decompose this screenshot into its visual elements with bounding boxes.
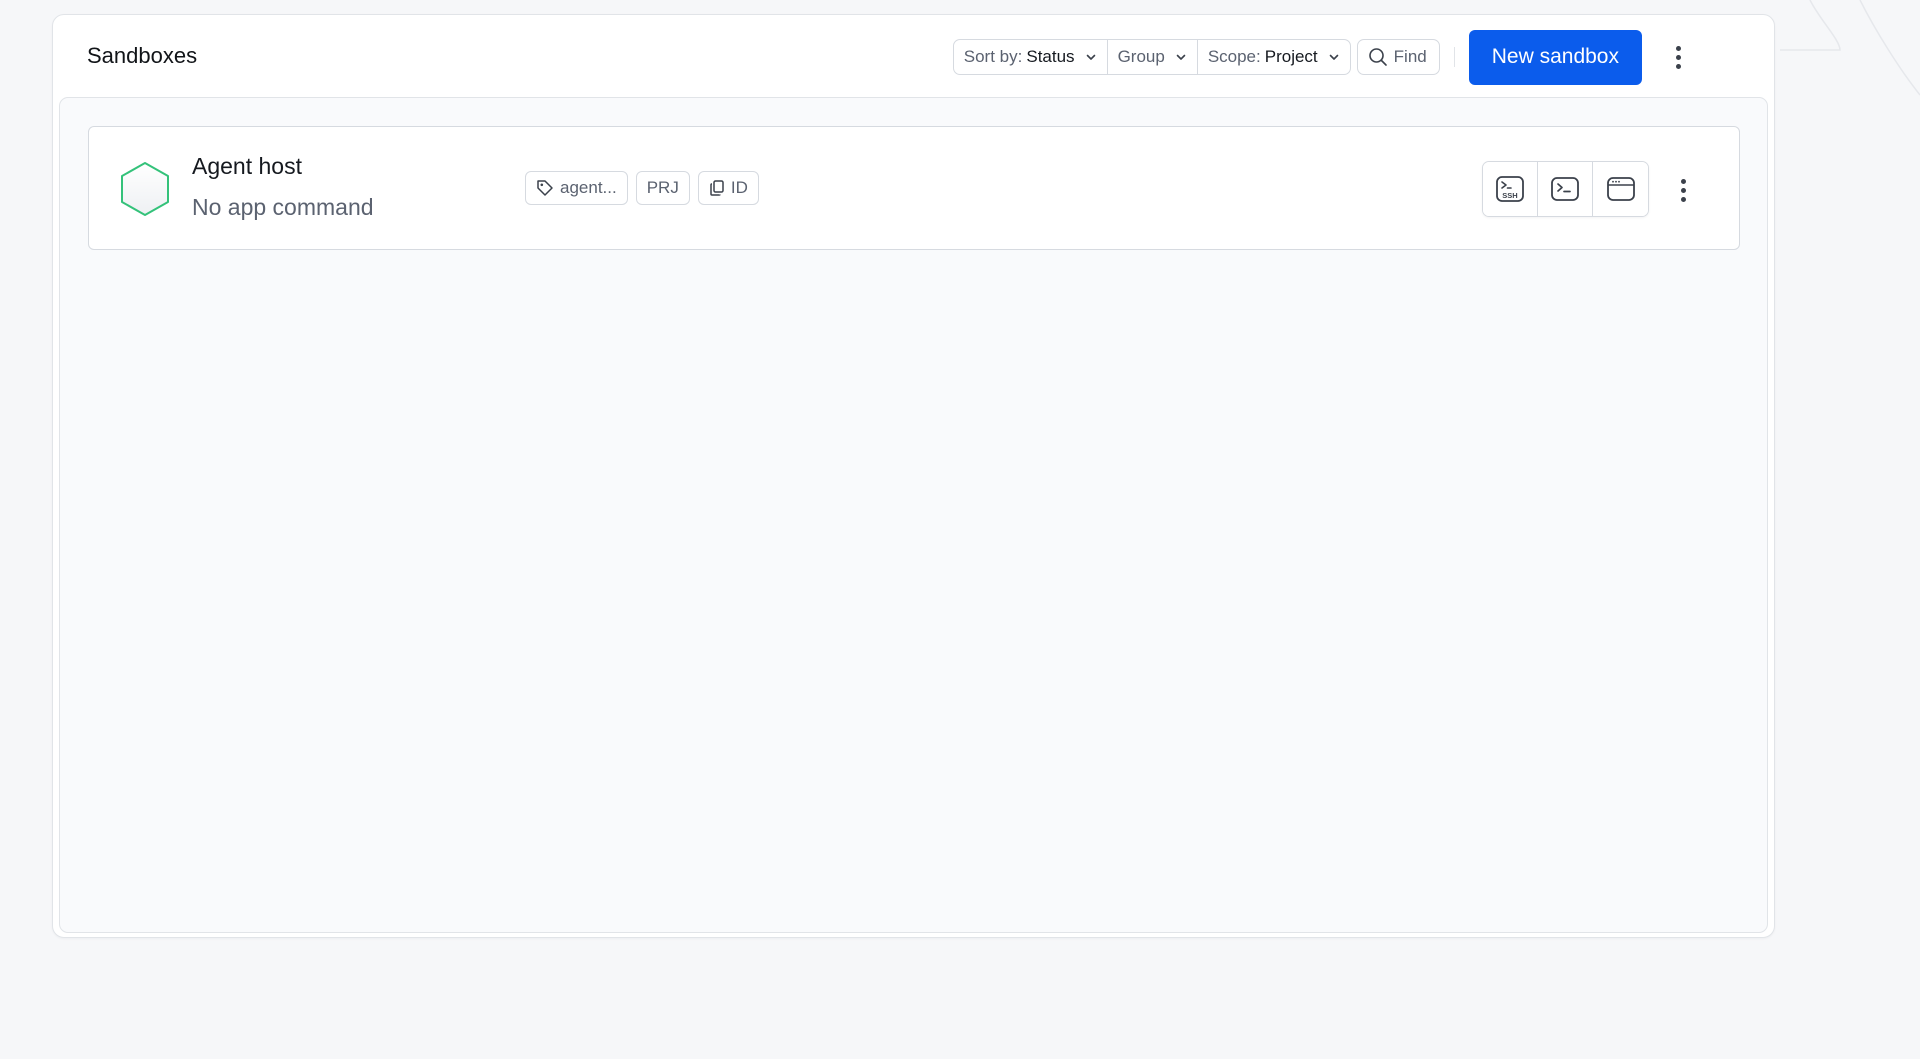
search-icon — [1368, 48, 1387, 66]
chevron-down-icon — [1086, 54, 1095, 60]
browser-button[interactable] — [1593, 162, 1648, 216]
svg-text:SSH: SSH — [1502, 191, 1517, 200]
ssh-button[interactable]: SSH — [1483, 162, 1538, 216]
scope-dropdown[interactable]: Scope: Project — [1198, 40, 1350, 74]
page-title: Sandboxes — [87, 43, 198, 68]
group-label: Group — [1117, 47, 1165, 66]
sort-dropdown[interactable]: Sort by: Status — [954, 40, 1108, 74]
toolbar-divider — [1453, 47, 1455, 67]
scope-label: Scope: — [1207, 47, 1261, 66]
chevron-down-icon — [1176, 54, 1186, 60]
new-sandbox-button[interactable]: New sandbox — [1468, 29, 1642, 85]
browser-window-icon — [1606, 177, 1635, 201]
sort-value: Status — [1026, 47, 1075, 66]
tag-chip-label: agent... — [560, 178, 617, 197]
scope-value: Project — [1264, 47, 1318, 66]
sort-label: Sort by: — [963, 47, 1023, 66]
find-label: Find — [1393, 47, 1427, 66]
toolbar: Sort by: Status Group Scope: Project Fin… — [952, 29, 1692, 85]
ssh-icon: SSH — [1496, 176, 1524, 202]
sandbox-actions: SSH — [1482, 161, 1649, 217]
more-options-button[interactable] — [1664, 37, 1692, 77]
chevron-down-icon — [1329, 54, 1338, 60]
tag-chip[interactable]: agent... — [525, 171, 628, 205]
copy-id-chip[interactable]: ID — [697, 171, 759, 205]
sandbox-row[interactable]: Agent host No app command agent... PRJ I… — [88, 126, 1740, 250]
project-chip-label: PRJ — [646, 178, 679, 197]
row-more-options-button[interactable] — [1673, 175, 1693, 205]
find-button[interactable]: Find — [1356, 39, 1440, 75]
sandbox-list: Agent host No app command agent... PRJ I… — [59, 97, 1768, 933]
tag-icon — [537, 180, 553, 196]
terminal-icon — [1551, 177, 1579, 201]
panel-header: Sandboxes Sort by: Status Group Scope: P… — [53, 15, 1774, 97]
copy-icon — [710, 180, 724, 196]
filter-segment-group: Sort by: Status Group Scope: Project — [952, 39, 1351, 75]
sandbox-chips: agent... PRJ ID — [525, 171, 759, 205]
sandbox-subtitle: No app command — [192, 194, 374, 220]
group-dropdown[interactable]: Group — [1108, 40, 1198, 74]
terminal-button[interactable] — [1538, 162, 1593, 216]
sandboxes-panel: Sandboxes Sort by: Status Group Scope: P… — [52, 14, 1775, 938]
project-chip[interactable]: PRJ — [635, 171, 690, 205]
status-hexagon-icon — [121, 162, 169, 216]
copy-id-chip-label: ID — [730, 178, 748, 197]
sandbox-name[interactable]: Agent host — [192, 153, 302, 180]
